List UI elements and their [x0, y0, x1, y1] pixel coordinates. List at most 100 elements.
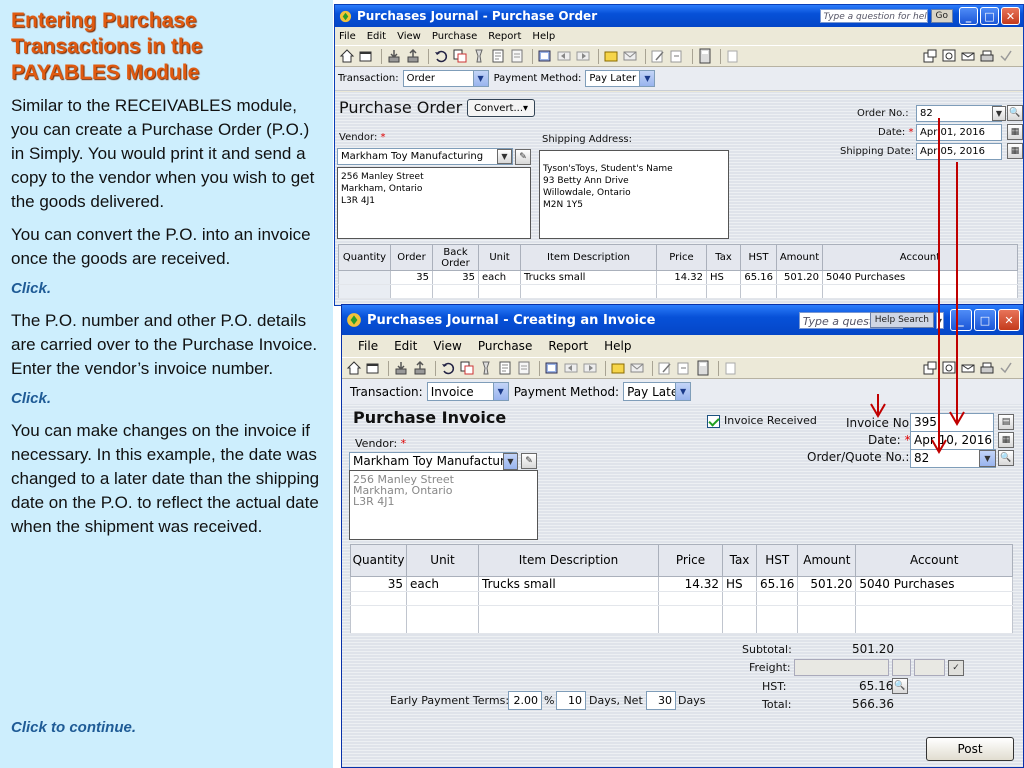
save-icon[interactable]: [393, 360, 409, 376]
help-search-button[interactable]: Help Search: [869, 312, 934, 328]
recall-icon[interactable]: [610, 360, 626, 376]
chevron-down-icon[interactable]: ▼: [497, 149, 512, 164]
chevron-down-icon[interactable]: ▼: [492, 383, 508, 400]
calculator-icon[interactable]: [697, 48, 713, 64]
adjust-icon[interactable]: [676, 360, 692, 376]
slide-click-2[interactable]: Click.: [11, 390, 333, 407]
preview-icon[interactable]: [941, 360, 957, 376]
po-go-button[interactable]: Go: [930, 9, 953, 23]
edit-icon[interactable]: [650, 48, 666, 64]
adjust-icon[interactable]: [669, 48, 685, 64]
invoice-date-input[interactable]: Apr 10, 2016: [910, 431, 994, 450]
menu-report[interactable]: Report: [488, 31, 521, 42]
chevron-down-icon[interactable]: ▼: [979, 450, 996, 467]
close-icon[interactable]: ✕: [1001, 7, 1020, 25]
menu-file[interactable]: File: [358, 339, 378, 353]
undo-icon[interactable]: [440, 360, 456, 376]
undo-icon[interactable]: [433, 48, 449, 64]
calendar-icon[interactable]: ▦: [1007, 143, 1023, 159]
home-icon[interactable]: [339, 48, 355, 64]
invoice-received-toggle[interactable]: Invoice Received: [707, 414, 817, 428]
table-row[interactable]: [350, 591, 1013, 606]
save-icon[interactable]: [386, 48, 402, 64]
list-icon[interactable]: [509, 48, 525, 64]
invoice-transaction-select[interactable]: Invoice ▼: [426, 382, 509, 401]
menu-view[interactable]: View: [397, 31, 421, 42]
next-icon[interactable]: [575, 48, 591, 64]
table-row[interactable]: 35 each Trucks small 14.32 HS 65.16 501.…: [350, 576, 1013, 592]
post-button[interactable]: Post: [926, 737, 1014, 761]
notes-icon[interactable]: [497, 360, 513, 376]
invoice-no-input[interactable]: 395: [910, 413, 994, 432]
previous-icon[interactable]: [563, 360, 579, 376]
email-icon[interactable]: [629, 360, 645, 376]
search-icon[interactable]: 🔍: [892, 678, 908, 694]
next-icon[interactable]: [582, 360, 598, 376]
copy-icon[interactable]: [459, 360, 475, 376]
menu-help[interactable]: Help: [604, 339, 631, 353]
menu-edit[interactable]: Edit: [394, 339, 417, 353]
chevron-down-icon[interactable]: ▼: [503, 453, 518, 470]
freight-tax-field[interactable]: [892, 659, 911, 676]
early-payment-days-input[interactable]: 10: [556, 691, 586, 710]
chevron-down-icon[interactable]: ▼: [992, 106, 1006, 121]
table-row[interactable]: [350, 605, 1013, 634]
po-vendor-address[interactable]: 256 Manley Street Markham, Ontario L3R 4…: [337, 167, 531, 239]
click-to-continue-link[interactable]: Click to continue.: [11, 719, 136, 736]
minimize-icon[interactable]: _: [959, 7, 978, 25]
menu-view[interactable]: View: [433, 339, 461, 353]
home-icon[interactable]: [346, 360, 362, 376]
po-transaction-select[interactable]: Order ▼: [402, 70, 489, 87]
chevron-down-icon[interactable]: ▼: [472, 71, 488, 86]
calendar-icon[interactable]: ▦: [1007, 124, 1023, 140]
lookup-icon[interactable]: [537, 48, 553, 64]
chevron-down-icon[interactable]: ▼: [639, 71, 655, 86]
preview-icon[interactable]: [941, 48, 957, 64]
chevron-down-icon[interactable]: ▼: [675, 383, 691, 400]
close-icon[interactable]: ✕: [998, 309, 1020, 331]
freight-amount-field[interactable]: [794, 659, 889, 676]
checkmark-icon[interactable]: ✓: [948, 660, 964, 676]
chevron-down-icon[interactable]: ▾: [936, 311, 944, 329]
order-no-field[interactable]: 82: [916, 105, 1002, 122]
table-row[interactable]: [338, 284, 1018, 299]
lookup-icon[interactable]: [544, 360, 560, 376]
shipping-address-box[interactable]: Tyson'sToys, Student's Name 93 Betty Ann…: [539, 150, 729, 239]
early-payment-percent-input[interactable]: 2.00: [508, 691, 542, 710]
net-days-input[interactable]: 30: [646, 691, 676, 710]
maximize-icon[interactable]: □: [974, 309, 996, 331]
copy-icon[interactable]: [452, 48, 468, 64]
customize-icon[interactable]: [922, 360, 938, 376]
po-vendor-select[interactable]: Markham Toy Manufacturing: [337, 148, 513, 165]
vendor-lookup-icon[interactable]: ✎: [515, 149, 531, 165]
menu-purchase[interactable]: Purchase: [478, 339, 533, 353]
edit-icon[interactable]: [657, 360, 673, 376]
checkbox-checked-icon[interactable]: [707, 414, 720, 428]
list-icon[interactable]: [516, 360, 532, 376]
recall-icon[interactable]: [603, 48, 619, 64]
attach-icon[interactable]: [725, 48, 741, 64]
window-icon[interactable]: [365, 360, 381, 376]
pin-icon[interactable]: [471, 48, 487, 64]
menu-file[interactable]: File: [339, 31, 356, 42]
checkmark-icon[interactable]: [998, 48, 1014, 64]
table-row[interactable]: 35 35 each Trucks small 14.32 HS 65.16 5…: [338, 270, 1018, 285]
customize-icon[interactable]: [922, 48, 938, 64]
email-icon[interactable]: [622, 48, 638, 64]
attach-icon[interactable]: [723, 360, 739, 376]
menu-purchase[interactable]: Purchase: [432, 31, 477, 42]
calendar-icon[interactable]: ▦: [998, 432, 1014, 448]
print-icon[interactable]: [979, 360, 995, 376]
vendor-lookup-icon[interactable]: ✎: [521, 453, 537, 469]
menu-edit[interactable]: Edit: [367, 31, 386, 42]
invoice-payment-method-select[interactable]: Pay Late ▼: [623, 382, 692, 401]
previous-icon[interactable]: [556, 48, 572, 64]
calculator-icon[interactable]: [695, 360, 711, 376]
invoice-vendor-address[interactable]: 256 Manley Street Markham, Ontario L3R 4…: [349, 470, 538, 540]
slide-click-1[interactable]: Click.: [11, 280, 333, 297]
po-payment-method-select[interactable]: Pay Later ▼: [585, 70, 656, 87]
email-send-icon[interactable]: [960, 48, 976, 64]
po-help-input[interactable]: Type a question for help: [819, 9, 928, 23]
po-titlebar[interactable]: Purchases Journal - Purchase Order Type …: [335, 5, 1023, 27]
search-icon[interactable]: 🔍: [998, 450, 1014, 466]
